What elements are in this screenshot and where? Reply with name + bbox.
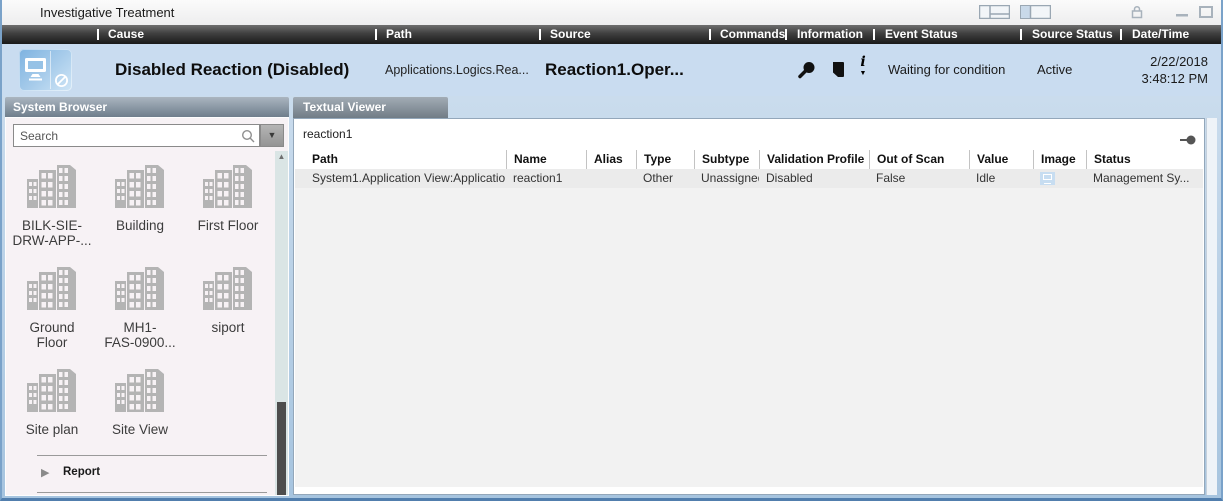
building-icon-grid: BILK-SIE- DRW-APP-... Building First Flo… xyxy=(8,155,272,461)
search-input[interactable] xyxy=(13,124,260,147)
event-status-value: Waiting for condition xyxy=(888,44,1005,96)
browser-item-building[interactable]: Building xyxy=(96,155,184,257)
cell-value: Idle xyxy=(969,169,1033,188)
browser-item-site-view[interactable]: Site View xyxy=(96,359,184,461)
th-type[interactable]: Type xyxy=(636,150,694,169)
cell-type: Other xyxy=(636,169,694,188)
event-time: 3:48:12 PM xyxy=(1142,70,1209,87)
cell-name: reaction1 xyxy=(506,169,586,188)
building-item-label: Site plan xyxy=(8,422,96,437)
main-area: System Browser ▼ BILK-SIE- DRW-APP-... xyxy=(2,96,1221,498)
th-status[interactable]: Status xyxy=(1086,150,1203,169)
tab-textual-viewer[interactable]: Textual Viewer xyxy=(293,97,448,118)
cell-status: Management Sy... xyxy=(1086,169,1203,188)
event-cause: Disabled Reaction (Disabled) xyxy=(115,44,349,96)
lock-icon[interactable] xyxy=(1131,5,1143,22)
building-item-label: Ground Floor xyxy=(8,320,96,350)
object-table: Path Name Alias Type Subtype Validation … xyxy=(295,150,1203,188)
cell-image xyxy=(1033,169,1086,188)
report-section: ▶ Report xyxy=(5,455,271,493)
cell-subtype: Unassigned xyxy=(694,169,759,188)
object-image-icon xyxy=(1040,172,1055,185)
document-command-icon[interactable] xyxy=(829,61,846,84)
title-bar: Investigative Treatment xyxy=(2,0,1221,25)
th-alias[interactable]: Alias xyxy=(586,150,636,169)
divider xyxy=(37,492,267,493)
system-browser-body: ▼ BILK-SIE- DRW-APP-... Building First F xyxy=(5,117,289,496)
object-name: reaction1 xyxy=(303,127,352,141)
cell-out-of-scan: False xyxy=(869,169,969,188)
report-label: Report xyxy=(63,466,100,478)
building-item-label: Site View xyxy=(96,422,184,437)
th-value[interactable]: Value xyxy=(969,150,1033,169)
col-path: Path xyxy=(386,27,412,41)
search-dropdown-button[interactable]: ▼ xyxy=(260,124,284,147)
minimize-icon[interactable] xyxy=(1175,5,1189,22)
event-date: 2/22/2018 xyxy=(1142,53,1209,70)
source-status-value: Active xyxy=(1037,44,1072,96)
event-source: Reaction1.Oper... xyxy=(545,44,684,96)
event-path: Applications.Logics.Rea... xyxy=(385,44,529,96)
th-path[interactable]: Path xyxy=(295,150,506,169)
textual-viewer-content: reaction1 Path Name Alias Type Subtype V… xyxy=(293,118,1205,495)
investigate-command-icon[interactable] xyxy=(797,61,816,85)
system-browser-header[interactable]: System Browser xyxy=(5,97,289,117)
table-empty-area xyxy=(295,188,1203,487)
info-i-glyph: i xyxy=(855,55,871,69)
textual-viewer-panel: Textual Viewer reaction1 Path Name Alias… xyxy=(293,97,1205,495)
report-expander[interactable]: ▶ Report xyxy=(5,456,271,492)
browser-item-site-plan[interactable]: Site plan xyxy=(8,359,96,461)
scroll-up-icon[interactable]: ▲ xyxy=(275,151,288,163)
app-window: Investigative Treatment Cause Path Sour xyxy=(0,0,1223,501)
cell-validation-profile: Disabled xyxy=(759,169,869,188)
col-cause: Cause xyxy=(108,27,144,41)
table-row[interactable]: System1.Application View:Applicatio... r… xyxy=(295,169,1203,188)
expander-arrow-icon[interactable]: ▶ xyxy=(41,466,49,479)
col-event-status: Event Status xyxy=(885,27,958,41)
scrollbar-thumb[interactable] xyxy=(277,402,286,495)
window-title: Investigative Treatment xyxy=(40,5,174,20)
layout-pane-icon[interactable] xyxy=(1020,5,1051,22)
col-source: Source xyxy=(550,27,591,41)
col-information: Information xyxy=(797,27,863,41)
browser-item-first-floor[interactable]: First Floor xyxy=(184,155,272,257)
building-item-label: siport xyxy=(184,320,272,335)
building-item-label: First Floor xyxy=(184,218,272,233)
building-item-label: BILK-SIE- DRW-APP-... xyxy=(8,218,96,248)
right-scroll-gutter xyxy=(1206,118,1217,495)
table-header-row: Path Name Alias Type Subtype Validation … xyxy=(295,150,1203,169)
browser-scrollbar[interactable]: ▲ xyxy=(275,151,288,495)
event-datetime: 2/22/2018 3:48:12 PM xyxy=(1142,53,1209,87)
browser-item-mh1-fas[interactable]: MH1- FAS-0900... xyxy=(96,257,184,359)
th-image[interactable]: Image xyxy=(1033,150,1086,169)
pin-icon[interactable] xyxy=(1180,132,1196,150)
browser-item-siport[interactable]: siport xyxy=(184,257,272,359)
th-name[interactable]: Name xyxy=(506,150,586,169)
event-column-header: Cause Path Source Commands Information E… xyxy=(2,25,1221,44)
building-item-label: Building xyxy=(96,218,184,233)
col-datetime: Date/Time xyxy=(1132,27,1189,41)
browser-item-ground-floor[interactable]: Ground Floor xyxy=(8,257,96,359)
col-commands: Commands xyxy=(720,27,785,41)
col-source-status: Source Status xyxy=(1032,27,1113,41)
disabled-icon xyxy=(54,73,69,88)
th-validation-profile[interactable]: Validation Profile xyxy=(759,150,869,169)
layout-split-icon[interactable] xyxy=(979,5,1010,22)
system-browser-panel: System Browser ▼ BILK-SIE- DRW-APP-... xyxy=(5,97,289,496)
event-source-icon[interactable] xyxy=(19,49,72,91)
info-caret-glyph: ▼ xyxy=(855,69,871,78)
event-row[interactable]: Disabled Reaction (Disabled) Application… xyxy=(2,44,1221,96)
building-item-label: MH1- FAS-0900... xyxy=(96,320,184,350)
th-subtype[interactable]: Subtype xyxy=(694,150,759,169)
computer-icon xyxy=(22,56,50,82)
cell-path: System1.Application View:Applicatio... xyxy=(295,169,506,188)
browser-item-bilk-sie[interactable]: BILK-SIE- DRW-APP-... xyxy=(8,155,96,257)
maximize-icon[interactable] xyxy=(1199,5,1213,22)
information-menu-icon[interactable]: i ▼ xyxy=(855,55,871,78)
cell-alias xyxy=(586,169,636,188)
th-out-of-scan[interactable]: Out of Scan xyxy=(869,150,969,169)
